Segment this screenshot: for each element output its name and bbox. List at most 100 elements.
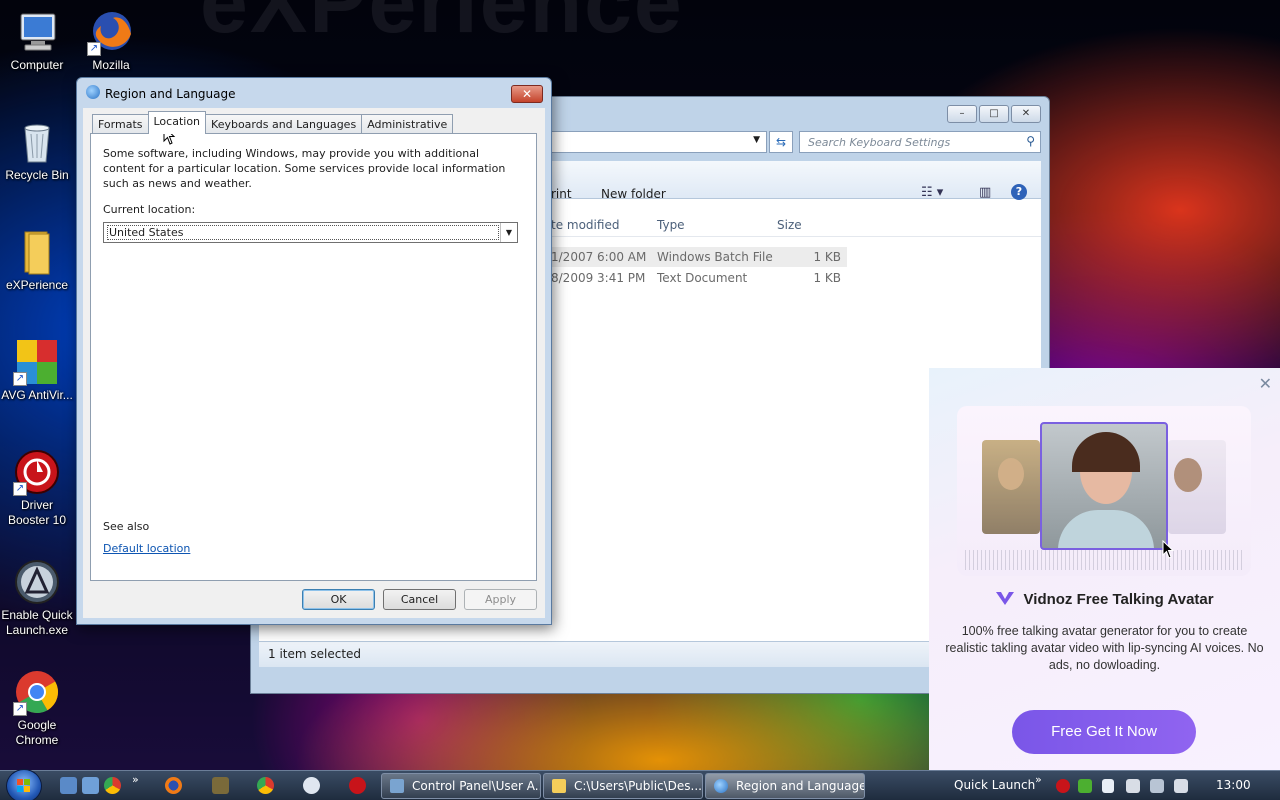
print-button[interactable]: rint	[551, 187, 572, 201]
action-center-flag-icon[interactable]	[1126, 779, 1140, 793]
shortcut-arrow-icon: ↗	[13, 702, 27, 716]
task-label: C:\Users\Public\Des...	[574, 779, 702, 793]
ok-button[interactable]: OK	[302, 589, 375, 610]
desktop-icon-enable-quick-launch[interactable]: Enable Quick Launch.exe	[0, 558, 74, 638]
chrome-quicklaunch-icon[interactable]	[104, 777, 121, 794]
tab-administrative[interactable]: Administrative	[361, 114, 454, 134]
address-dropdown-icon[interactable]: ▼	[753, 135, 760, 145]
default-location-link[interactable]: Default location	[103, 542, 190, 555]
record-taskbar-icon[interactable]	[349, 777, 366, 794]
desktop-icon-avg[interactable]: ↗ AVG AntiVir...	[0, 338, 74, 403]
quick-launch-app-icon	[13, 558, 61, 606]
preview-pane-icon[interactable]: ▥	[979, 185, 991, 200]
avg-antivirus-icon: ↗	[13, 338, 61, 386]
minimize-button[interactable]: –	[947, 105, 977, 123]
chevron-down-icon[interactable]: ▼	[500, 223, 517, 242]
network-icon[interactable]	[1150, 779, 1164, 793]
task-label: Control Panel\User A...	[412, 779, 541, 793]
control-panel-icon	[390, 779, 404, 793]
chrome-icon: ↗	[13, 668, 61, 716]
desktop-icon-label: Computer	[10, 58, 64, 72]
recycle-bin-icon	[13, 118, 61, 166]
apply-button[interactable]: Apply	[464, 589, 537, 610]
file-type: Text Document	[657, 271, 748, 285]
explorer-quicklaunch-icon[interactable]	[82, 777, 99, 794]
column-date-modified[interactable]: te modified	[551, 218, 619, 232]
close-button[interactable]: ✕	[511, 85, 543, 103]
ad-title: Vidnoz Free Talking Avatar	[1023, 591, 1214, 608]
free-get-it-now-button[interactable]: Free Get It Now	[1012, 710, 1196, 754]
taskbar: » Control Panel\User A... C:\Users\Publi…	[0, 769, 1280, 800]
task-control-panel[interactable]: Control Panel\User A...	[381, 773, 541, 799]
column-type[interactable]: Type	[657, 218, 685, 232]
vidnoz-ad-panel[interactable]: ✕ Vidnoz Free Talking Avatar 100% free t…	[929, 368, 1280, 770]
tray-app-icon[interactable]	[1078, 779, 1092, 793]
file-size: 1 KB	[813, 250, 841, 264]
desktop-icon-label: AVG AntiVir...	[1, 388, 73, 402]
close-icon[interactable]: ✕	[1259, 374, 1272, 393]
vidnoz-logo-icon	[995, 590, 1015, 606]
search-input[interactable]: Search Keyboard Settings	[808, 136, 950, 149]
tab-location[interactable]: Location	[147, 111, 207, 134]
globe-icon	[714, 779, 728, 793]
table-row[interactable]: 1/2007 6:00 AM Windows Batch File 1 KB	[549, 247, 847, 267]
desktop-icon-mozilla[interactable]: ↗ Mozilla	[74, 8, 148, 73]
quick-launch-overflow-icon[interactable]: »	[1035, 773, 1042, 786]
tray-record-icon[interactable]	[1056, 779, 1070, 793]
new-folder-button[interactable]: New folder	[601, 187, 666, 201]
folder-icon	[13, 228, 61, 276]
file-date: 1/2007 6:00 AM	[551, 250, 647, 264]
status-text: 1 item selected	[268, 647, 362, 661]
windows-logo-icon	[17, 779, 30, 792]
table-row[interactable]: 8/2009 3:41 PM Text Document 1 KB	[549, 268, 847, 288]
driver-booster-icon: ↗	[13, 448, 61, 496]
region-language-dialog[interactable]: Region and Language ✕ Formats Location K…	[76, 77, 552, 625]
quicklaunch-overflow-icon[interactable]: »	[132, 773, 139, 786]
desktop-icon-recycle-bin[interactable]: Recycle Bin	[0, 118, 74, 183]
firefox-taskbar-icon[interactable]	[165, 777, 182, 794]
ad-heading: Vidnoz Free Talking Avatar	[929, 590, 1280, 608]
folder-icon	[552, 779, 566, 793]
search-icon: ⚲	[1026, 134, 1035, 148]
show-desktop-icon[interactable]	[60, 777, 77, 794]
start-button[interactable]	[6, 769, 42, 800]
tab-keyboards-languages[interactable]: Keyboards and Languages	[205, 114, 363, 134]
volume-muted-icon[interactable]	[1174, 779, 1188, 793]
cancel-button[interactable]: Cancel	[383, 589, 456, 610]
tab-formats[interactable]: Formats	[92, 114, 149, 134]
quick-launch-toolbar-label[interactable]: Quick Launch	[954, 778, 1035, 792]
current-location-select[interactable]: United States ▼	[103, 222, 518, 243]
current-location-value: United States	[107, 225, 499, 240]
lr-taskbar-icon[interactable]	[303, 777, 320, 794]
avatar-thumbnail-left	[982, 440, 1040, 534]
avatar-thumbnail-main	[1040, 422, 1168, 550]
desktop-icon-google-chrome[interactable]: ↗ Google Chrome	[0, 668, 74, 748]
chrome-taskbar-icon[interactable]	[257, 777, 274, 794]
clock[interactable]: 13:00	[1216, 778, 1251, 792]
desktop-icon-label: Recycle Bin	[5, 168, 69, 182]
maximize-button[interactable]: □	[979, 105, 1009, 123]
close-button[interactable]: ✕	[1011, 105, 1041, 123]
location-tab-panel: Some software, including Windows, may pr…	[90, 133, 537, 581]
dialog-body: Formats Location Keyboards and Languages…	[83, 108, 545, 618]
desktop-icon-experience[interactable]: eXPerience	[0, 228, 74, 293]
task-explorer-public-desktop[interactable]: C:\Users\Public\Des...	[543, 773, 703, 799]
current-location-label: Current location:	[103, 203, 196, 216]
tray-document-icon[interactable]	[1102, 779, 1114, 793]
dialog-titlebar[interactable]: Region and Language	[77, 78, 551, 108]
task-region-language[interactable]: Region and Language	[705, 773, 865, 799]
column-size[interactable]: Size	[777, 218, 802, 232]
shortcut-arrow-icon: ↗	[13, 372, 27, 386]
help-icon[interactable]: ?	[1011, 184, 1027, 200]
desktop-watermark: eXPerience	[200, 0, 684, 51]
refresh-button[interactable]: ⇆	[769, 131, 793, 153]
explorer-window-controls: – □ ✕	[947, 105, 1041, 123]
app-taskbar-icon[interactable]	[212, 777, 229, 794]
task-label: Region and Language	[736, 779, 865, 793]
desktop-icon-driver-booster[interactable]: ↗ Driver Booster 10	[0, 448, 74, 528]
firefox-icon: ↗	[87, 8, 135, 56]
desktop-icon-computer[interactable]: Computer	[0, 8, 74, 73]
search-box[interactable]: Search Keyboard Settings ⚲	[799, 131, 1041, 153]
desktop-icon-label: eXPerience	[5, 278, 69, 292]
views-icon[interactable]: ☷ ▾	[921, 185, 943, 200]
